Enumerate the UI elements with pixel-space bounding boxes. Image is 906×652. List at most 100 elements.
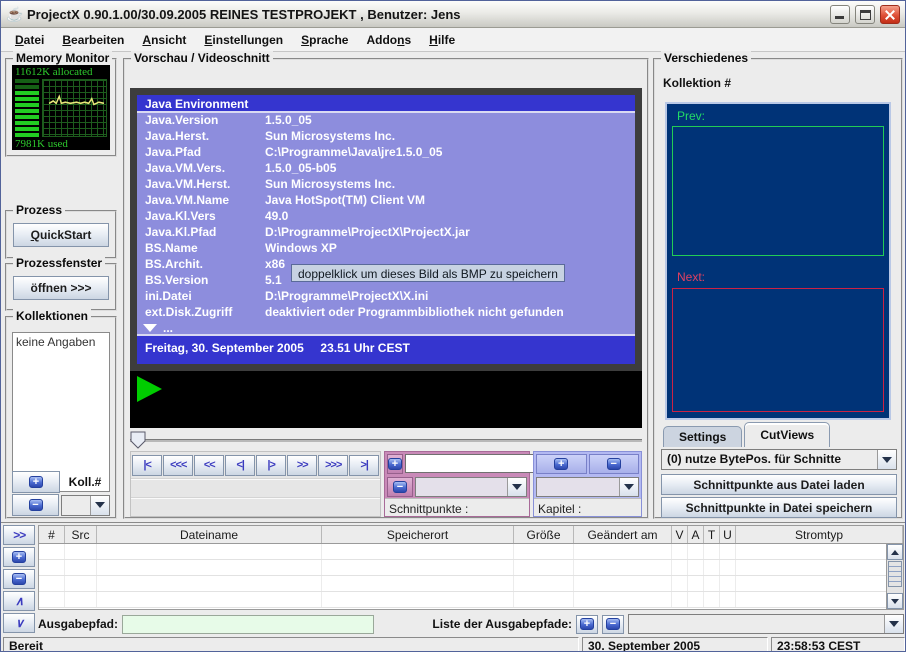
schnittpunkte-panel: + − Schnittpunkte : bbox=[384, 451, 530, 517]
column-header-u[interactable]: U bbox=[720, 526, 736, 543]
minimize-icon bbox=[835, 16, 844, 19]
close-button[interactable] bbox=[880, 5, 900, 24]
remove-output-path-button[interactable]: − bbox=[602, 615, 624, 634]
menu-item-ansicht[interactable]: Ansicht bbox=[133, 30, 195, 50]
add-output-path-button[interactable]: + bbox=[576, 615, 598, 634]
column-header-stromtyp[interactable]: Stromtyp bbox=[736, 526, 903, 543]
add-collection-button[interactable]: + bbox=[12, 471, 60, 493]
minimize-button[interactable] bbox=[830, 5, 850, 24]
slider-track[interactable] bbox=[130, 439, 642, 442]
menu-item-datei[interactable]: Datei bbox=[6, 30, 53, 50]
add-chapter-button[interactable]: + bbox=[536, 454, 587, 474]
combo-arrow-button[interactable] bbox=[90, 496, 109, 515]
save-cutpoints-button[interactable]: Schnittpunkte in Datei speichern bbox=[661, 497, 897, 518]
next-image-box[interactable] bbox=[672, 288, 884, 412]
menu-item-addons[interactable]: Addons bbox=[357, 30, 420, 50]
cutpoint-combo[interactable] bbox=[415, 477, 527, 497]
tab-settings[interactable]: Settings bbox=[663, 426, 742, 447]
combo-arrow-button[interactable] bbox=[877, 450, 896, 469]
combo-arrow-button[interactable] bbox=[507, 478, 526, 496]
remove-chapter-button[interactable]: − bbox=[589, 454, 640, 474]
output-path-input[interactable] bbox=[122, 615, 374, 634]
nav-last-button[interactable]: >| bbox=[349, 455, 379, 476]
bytepos-combo[interactable]: (0) nutze BytePos. für Schnitte bbox=[661, 449, 897, 470]
table-cell bbox=[688, 544, 704, 559]
memory-allocated-text: 11612K allocated bbox=[15, 66, 107, 78]
menu-item-bearbeiten[interactable]: Bearbeiten bbox=[53, 30, 133, 50]
chevron-icon: ∨ bbox=[15, 616, 23, 630]
maximize-button[interactable] bbox=[855, 5, 875, 24]
navigation-panel: |<<<<<<<||>>>>>>>| bbox=[130, 451, 381, 517]
nav-step-forward-button[interactable]: |> bbox=[256, 455, 286, 476]
env-row-java-vm-name: Java.VM.NameJava HotSpot(TM) Client VM bbox=[137, 193, 635, 209]
position-slider[interactable] bbox=[130, 431, 642, 451]
env-row-java-herst-: Java.Herst.Sun Microsystems Inc. bbox=[137, 129, 635, 145]
env-more-text: ... bbox=[163, 321, 173, 335]
load-cutpoints-button[interactable]: Schnittpunkte aus Datei laden bbox=[661, 474, 897, 495]
move-down-button[interactable]: ∨ bbox=[3, 613, 35, 633]
combo-arrow-button[interactable] bbox=[884, 615, 903, 633]
column-header-#[interactable]: # bbox=[39, 526, 65, 543]
play-icon[interactable] bbox=[137, 376, 162, 402]
memory-bar bbox=[15, 103, 39, 107]
prev-label: Prev: bbox=[677, 109, 705, 123]
column-header-v[interactable]: V bbox=[672, 526, 688, 543]
menu-item-einstellungen[interactable]: Einstellungen bbox=[195, 30, 292, 50]
env-value: C:\Programme\Java\jre1.5.0_05 bbox=[265, 145, 442, 161]
add-cutpoint-button[interactable]: + bbox=[387, 454, 403, 474]
open-prozessfenster-button[interactable]: öffnen >>> bbox=[13, 276, 109, 300]
column-header-a[interactable]: A bbox=[688, 526, 704, 543]
nav-first-button[interactable]: |< bbox=[132, 455, 162, 476]
title-bar: ☕ ProjectX 0.90.1.00/30.09.2005 REINES T… bbox=[1, 1, 905, 28]
remove-cutpoint-button[interactable]: − bbox=[387, 477, 413, 497]
memory-monitor-canvas[interactable]: 11612K allocated 7981K used bbox=[12, 65, 110, 150]
env-value: Sun Microsystems Inc. bbox=[265, 129, 395, 145]
scroll-down-button[interactable] bbox=[887, 593, 903, 609]
table-cell bbox=[704, 576, 720, 591]
env-value: 49.0 bbox=[265, 209, 288, 225]
prev-image-box[interactable] bbox=[672, 126, 884, 256]
remove-collection-button[interactable]: − bbox=[12, 494, 59, 516]
chapter-combo[interactable] bbox=[536, 477, 639, 497]
env-key: Java.Kl.Vers bbox=[145, 209, 265, 225]
env-value: x86 bbox=[265, 257, 285, 273]
append-to-collection-button[interactable]: >> bbox=[3, 525, 35, 545]
prozess-group: Prozess QuickStart bbox=[5, 210, 117, 259]
koll-number-combo[interactable] bbox=[61, 495, 110, 516]
column-header-ge-ndert-am[interactable]: Geändert am bbox=[574, 526, 672, 543]
column-header-dateiname[interactable]: Dateiname bbox=[97, 526, 322, 543]
kollektionen-group: Kollektionen keine Angaben + Koll.# − bbox=[5, 316, 117, 519]
combo-arrow-button[interactable] bbox=[619, 478, 638, 496]
remove-file-button[interactable]: − bbox=[3, 569, 35, 589]
menu-item-sprache[interactable]: Sprache bbox=[292, 30, 357, 50]
maximize-icon bbox=[860, 10, 871, 20]
plus-icon: + bbox=[554, 458, 568, 470]
memory-bar bbox=[15, 91, 39, 95]
scrollbar-thumb[interactable] bbox=[888, 561, 902, 587]
nav-rewind-fast-button[interactable]: <<< bbox=[163, 455, 193, 476]
add-file-button[interactable]: + bbox=[3, 547, 35, 567]
output-path-combo[interactable] bbox=[628, 614, 904, 634]
nav-rewind-button[interactable]: << bbox=[194, 455, 224, 476]
move-up-button[interactable]: ∧ bbox=[3, 591, 35, 611]
kollektionen-list[interactable]: keine Angaben bbox=[12, 332, 110, 492]
slider-thumb[interactable] bbox=[130, 431, 147, 450]
quickstart-button[interactable]: QuickStart bbox=[13, 223, 109, 247]
tab-cutviews[interactable]: CutViews bbox=[744, 422, 830, 447]
env-more-row[interactable]: ... bbox=[137, 321, 635, 334]
column-header-speicherort[interactable]: Speicherort bbox=[322, 526, 514, 543]
nav-forward-fast-button[interactable]: >>> bbox=[318, 455, 348, 476]
column-header-t[interactable]: T bbox=[704, 526, 720, 543]
table-scrollbar[interactable] bbox=[886, 544, 903, 609]
nav-step-back-button[interactable]: <| bbox=[225, 455, 255, 476]
memory-bar bbox=[15, 109, 39, 113]
tooltip: doppelklick um dieses Bild als BMP zu sp… bbox=[291, 264, 565, 282]
column-header-src[interactable]: Src bbox=[65, 526, 97, 543]
scroll-up-button[interactable] bbox=[887, 544, 903, 560]
output-path-combo-value bbox=[629, 615, 884, 633]
table-cell bbox=[688, 576, 704, 591]
column-header-gr-e[interactable]: Größe bbox=[514, 526, 574, 543]
nav-forward-button[interactable]: >> bbox=[287, 455, 317, 476]
menu-item-hilfe[interactable]: Hilfe bbox=[420, 30, 464, 50]
video-area[interactable]: Java Environment Java.Version1.5.0_05Jav… bbox=[130, 88, 642, 428]
